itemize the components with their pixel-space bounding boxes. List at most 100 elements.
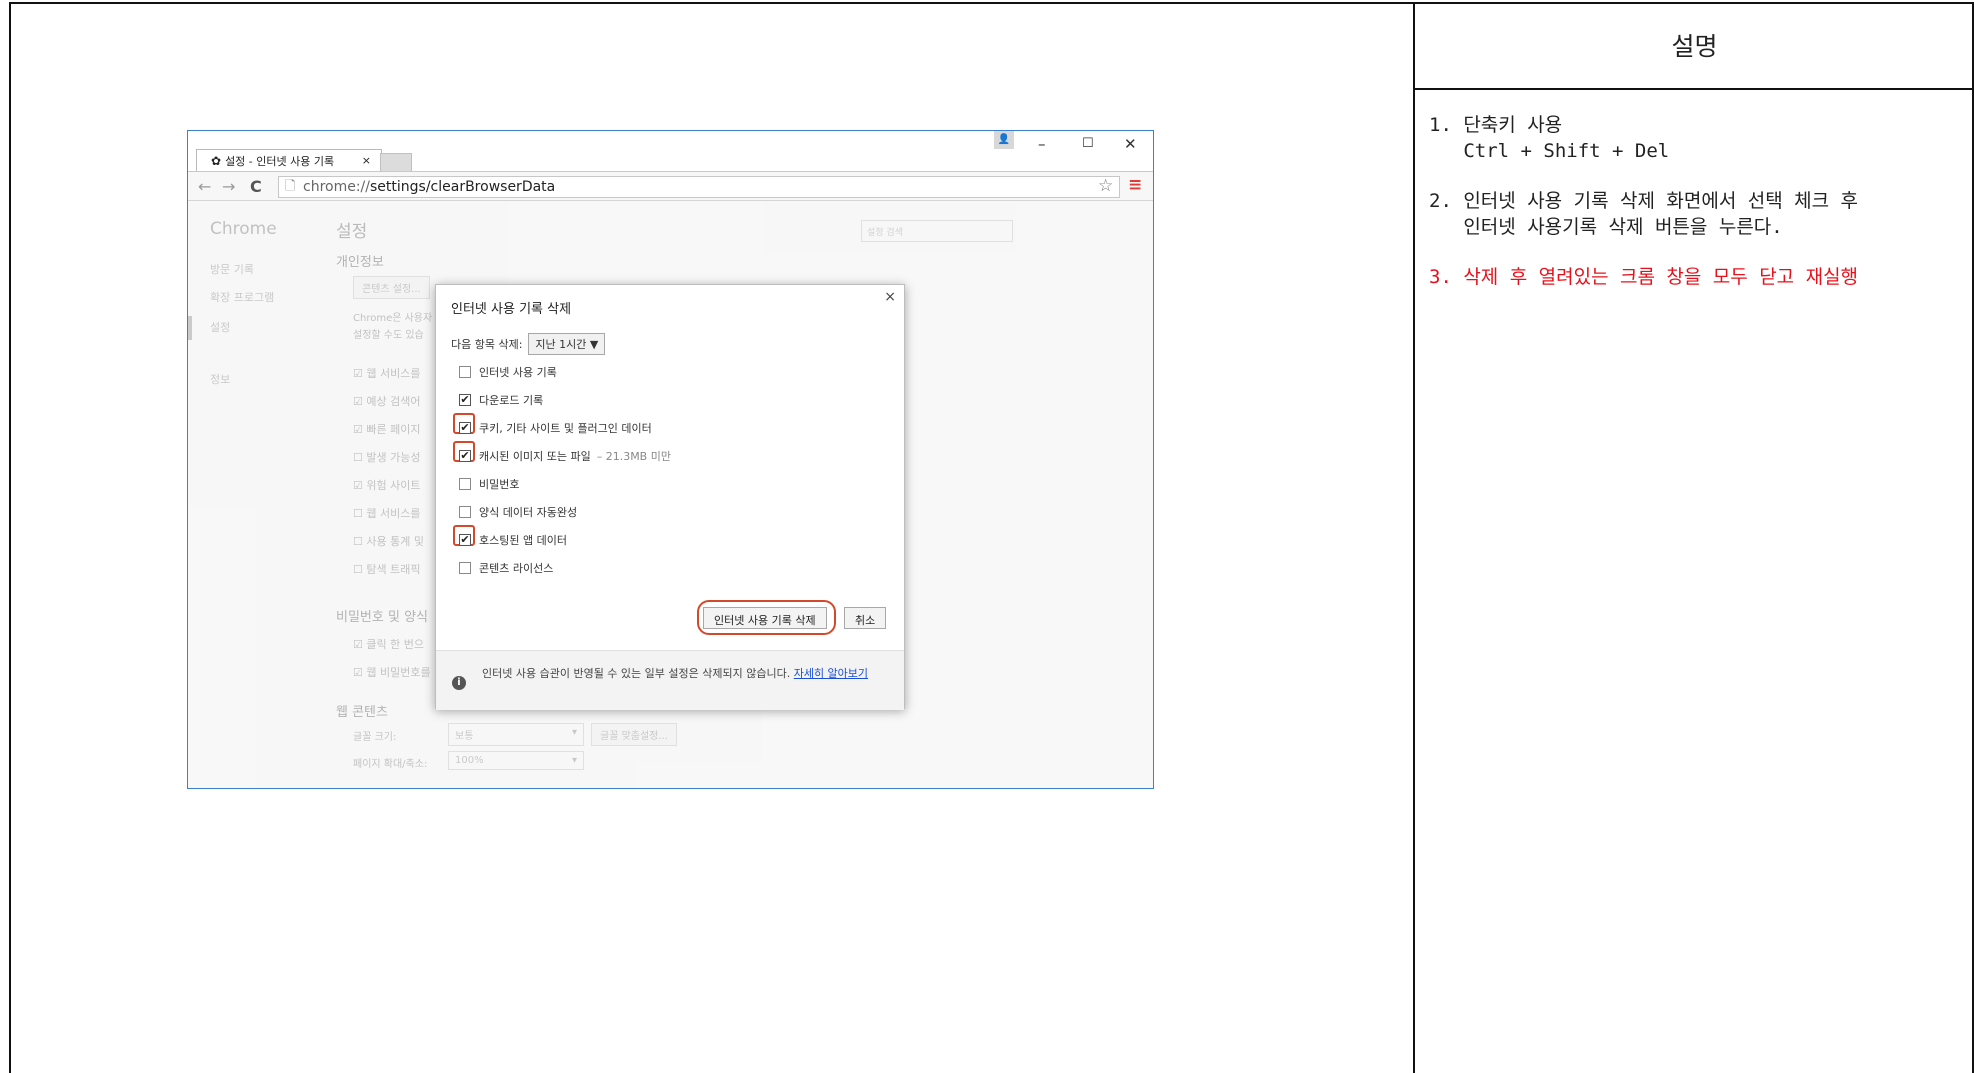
browser-toolbar: ← → C 🗋 chrome://settings/clearBrowserDa… <box>188 171 1153 201</box>
time-range-label: 다음 항목 삭제: <box>451 338 523 351</box>
bookmark-star-icon[interactable]: ☆ <box>1098 176 1113 196</box>
tab-close-icon[interactable]: × <box>362 154 371 167</box>
close-window-button[interactable]: ✕ <box>1124 135 1137 153</box>
section-privacy: 개인정보 <box>336 255 384 270</box>
checkbox[interactable]: ✔ <box>459 422 471 434</box>
option-hosted-app-data[interactable]: ✔ 호스팅된 앱 데이터 <box>459 532 567 548</box>
option-passwords[interactable]: 비밀번호 <box>459 476 519 492</box>
cancel-button[interactable]: 취소 <box>844 607 887 629</box>
option-label: 웹 서비스를 <box>366 367 421 380</box>
gear-icon: ✿ <box>211 153 222 168</box>
note-line: 인터넷 사용기록 삭제 버튼을 누른다. <box>1429 216 1783 238</box>
option-label: 인터넷 사용 기록 <box>479 366 557 379</box>
page-icon: 🗋 <box>285 179 296 194</box>
note-shortcut: 1. 단축키 사용 Ctrl + Shift + Del <box>1429 112 1960 164</box>
option-cookies[interactable]: ✔ 쿠키, 기타 사이트 및 플러그인 데이터 <box>459 420 652 436</box>
maximize-button[interactable]: ☐ <box>1082 136 1094 151</box>
select-value: 보통 <box>455 731 474 742</box>
nav-about[interactable]: 정보 <box>210 371 230 387</box>
privacy-option[interactable]: ☑ 예상 검색어 <box>353 393 420 409</box>
nav-extensions[interactable]: 확장 프로그램 <box>210 289 274 305</box>
select-value: 100% <box>455 755 484 766</box>
password-option[interactable]: ☑ 클릭 한 번으 <box>353 636 424 652</box>
option-autofill[interactable]: 양식 데이터 자동완성 <box>459 504 577 520</box>
note-restart-warning: 3. 삭제 후 열려있는 크롬 창을 모두 닫고 재실행 <box>1429 264 1960 290</box>
forward-icon[interactable]: → <box>222 177 235 196</box>
option-label: 호스팅된 앱 데이터 <box>479 534 567 547</box>
privacy-option[interactable]: ☑ 빠른 페이지 <box>353 421 420 437</box>
nav-history[interactable]: 방문 기록 <box>210 261 254 277</box>
note-line: 1. 단축키 사용 <box>1429 114 1563 136</box>
menu-icon[interactable]: ≡ <box>1128 175 1142 195</box>
address-bar[interactable]: 🗋 chrome://settings/clearBrowserData <box>278 176 1120 198</box>
clear-browsing-data-button[interactable]: 인터넷 사용 기록 삭제 <box>703 607 827 629</box>
time-range-select[interactable]: 지난 1시간 ▼ <box>528 333 606 355</box>
note-line: 2. 인터넷 사용 기록 삭제 화면에서 선택 체크 후 <box>1429 190 1859 212</box>
privacy-option[interactable]: ☑ 위험 사이트 <box>353 477 420 493</box>
option-label: 사용 통계 및 <box>366 535 424 548</box>
checkbox[interactable]: ✔ <box>459 534 471 546</box>
option-label: 콘텐츠 라이선스 <box>479 562 554 575</box>
chevron-down-icon: ▾ <box>571 727 577 738</box>
note-line: 3. 삭제 후 열려있는 크롬 창을 모두 닫고 재실행 <box>1429 266 1859 288</box>
reload-icon[interactable]: C <box>250 177 262 196</box>
privacy-desc: Chrome은 사용자 <box>353 313 433 324</box>
description-body: 1. 단축키 사용 Ctrl + Shift + Del 2. 인터넷 사용 기… <box>1415 90 1974 336</box>
option-label: 비밀번호 <box>479 478 520 491</box>
option-download-history[interactable]: ✔ 다운로드 기록 <box>459 392 543 408</box>
settings-title: 설정 <box>336 222 368 242</box>
url-scheme: chrome:// <box>303 179 370 195</box>
tab-title: 설정 - 인터넷 사용 기록 <box>225 154 335 168</box>
option-label: 발생 가능성 <box>366 451 421 464</box>
time-range-row: 다음 항목 삭제: 지난 1시간 ▼ <box>451 333 606 355</box>
description-column: 설명 1. 단축키 사용 Ctrl + Shift + Del 2. 인터넷 사… <box>1413 2 1974 1073</box>
dialog-footer: i 인터넷 사용 습관이 반영될 수 있는 일부 설정은 삭제되지 않습니다. … <box>436 650 904 710</box>
new-tab-button[interactable] <box>380 153 412 171</box>
checkbox[interactable] <box>459 366 471 378</box>
privacy-option[interactable]: ☑ 웹 서비스를 <box>353 365 420 381</box>
dialog-close-icon[interactable]: × <box>884 289 896 305</box>
footer-message: 인터넷 사용 습관이 반영될 수 있는 일부 설정은 삭제되지 않습니다. <box>482 667 794 680</box>
checkbox[interactable] <box>459 478 471 490</box>
checkbox[interactable] <box>459 506 471 518</box>
privacy-desc: 설정할 수도 있습 <box>353 330 424 341</box>
option-label: 예상 검색어 <box>366 395 421 408</box>
user-icon[interactable]: 👤 <box>994 131 1014 149</box>
minimize-button[interactable]: – <box>1038 135 1046 153</box>
option-label: 클릭 한 번으 <box>366 638 424 651</box>
settings-search-input[interactable]: 설정 검색 <box>861 220 1013 242</box>
info-icon: i <box>452 676 466 690</box>
option-cached-images[interactable]: ✔ 캐시된 이미지 또는 파일 – 21.3MB 미만 <box>459 448 671 464</box>
select-value: 지난 1시간 <box>535 338 587 351</box>
back-icon[interactable]: ← <box>198 177 211 196</box>
dialog-title: 인터넷 사용 기록 삭제 <box>451 302 572 317</box>
content-settings-button[interactable]: 콘텐츠 설정... <box>353 276 430 299</box>
chrome-brand: Chrome <box>210 219 277 239</box>
password-option[interactable]: ☑ 웹 비밀번호를 <box>353 664 431 680</box>
title-bar: ✿ 설정 - 인터넷 사용 기록 × 👤 – ☐ ✕ <box>188 131 1153 171</box>
font-customize-button[interactable]: 글꼴 맞춤설정... <box>591 723 677 746</box>
option-browsing-history[interactable]: 인터넷 사용 기록 <box>459 364 557 380</box>
privacy-option[interactable]: ☐ 발생 가능성 <box>353 449 420 465</box>
privacy-option[interactable]: ☐ 사용 통계 및 <box>353 533 424 549</box>
privacy-option[interactable]: ☐ 탐색 트래픽 <box>353 561 420 577</box>
option-label: 양식 데이터 자동완성 <box>479 506 578 519</box>
section-web-content: 웹 콘텐츠 <box>336 705 388 720</box>
option-label: 탐색 트래픽 <box>366 563 421 576</box>
zoom-select[interactable]: 100% ▾ <box>448 751 584 770</box>
nav-settings[interactable]: 설정 <box>210 319 230 335</box>
checkbox[interactable]: ✔ <box>459 450 471 462</box>
privacy-option[interactable]: ☐ 웹 서비스를 <box>353 505 420 521</box>
option-label: 웹 서비스를 <box>366 507 421 520</box>
learn-more-link[interactable]: 자세히 알아보기 <box>794 667 868 680</box>
browser-tab[interactable]: ✿ 설정 - 인터넷 사용 기록 × <box>196 149 382 171</box>
option-content-licenses[interactable]: 콘텐츠 라이선스 <box>459 560 553 576</box>
checkbox[interactable] <box>459 562 471 574</box>
font-size-select[interactable]: 보통 ▾ <box>448 723 584 746</box>
note-line: Ctrl + Shift + Del <box>1429 140 1670 162</box>
checkbox[interactable]: ✔ <box>459 394 471 406</box>
option-label: 빠른 페이지 <box>366 423 421 436</box>
option-label: 위험 사이트 <box>366 479 421 492</box>
cache-size-note: – 21.3MB 미만 <box>596 450 671 463</box>
font-size-label: 글꼴 크기: <box>353 732 397 743</box>
